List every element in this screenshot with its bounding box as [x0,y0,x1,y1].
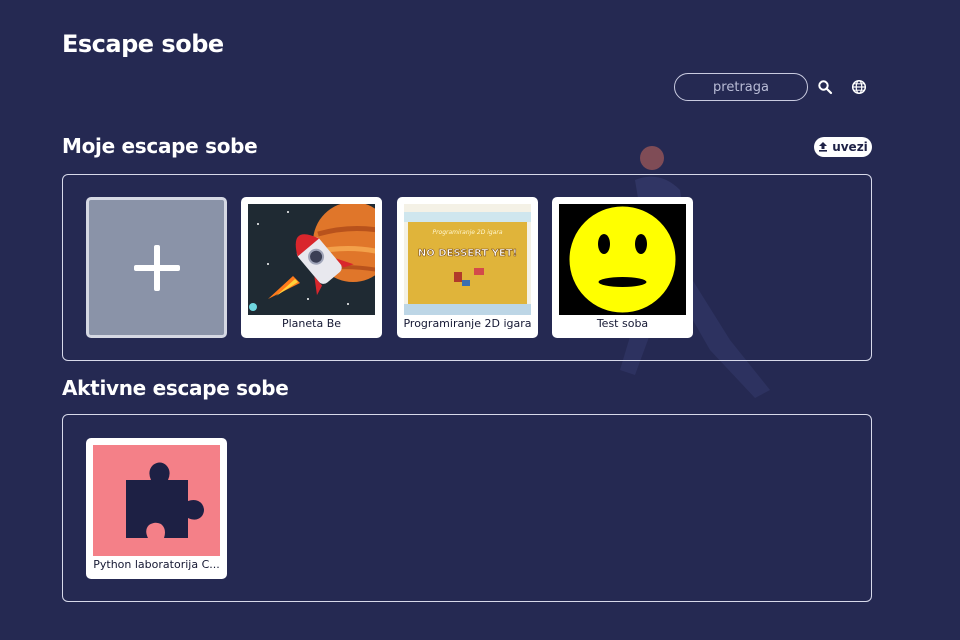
page-title: Escape sobe [62,30,224,58]
import-button[interactable]: uvezi [814,137,872,157]
my-rooms-panel: Planeta Be Programiranje 2D igara NO DES… [62,174,872,361]
room-card-label: Test soba [596,317,649,330]
room-card[interactable]: Python laboratorija C... [86,438,227,579]
plus-icon [133,244,180,291]
game-thumbnail-text: NO DESSERT YET! [418,248,517,259]
add-room-button[interactable] [86,197,227,338]
upload-icon [819,142,828,152]
game-thumbnail-title: Programiranje 2D igara [432,229,502,236]
room-card[interactable]: Test soba [552,197,693,338]
rocket-thumbnail [248,204,375,315]
globe-icon[interactable] [851,79,867,95]
puzzle-piece-thumbnail [93,445,220,556]
room-card-label: Planeta Be [281,317,342,330]
room-card[interactable]: Programiranje 2D igara NO DESSERT YET! P… [397,197,538,338]
active-rooms-panel: Python laboratorija C... [62,414,872,602]
room-card-label: Python laboratorija C... [93,558,220,571]
room-card-label: Programiranje 2D igara [403,317,532,330]
neutral-face-thumbnail [559,204,686,315]
search-input[interactable] [674,73,808,101]
import-button-label: uvezi [832,140,868,154]
game-thumbnail: Programiranje 2D igara NO DESSERT YET! [404,204,531,315]
active-rooms-title: Aktivne escape sobe [62,376,289,400]
my-rooms-title: Moje escape sobe [62,134,258,158]
room-card[interactable]: Planeta Be [241,197,382,338]
search-icon[interactable] [817,79,833,95]
